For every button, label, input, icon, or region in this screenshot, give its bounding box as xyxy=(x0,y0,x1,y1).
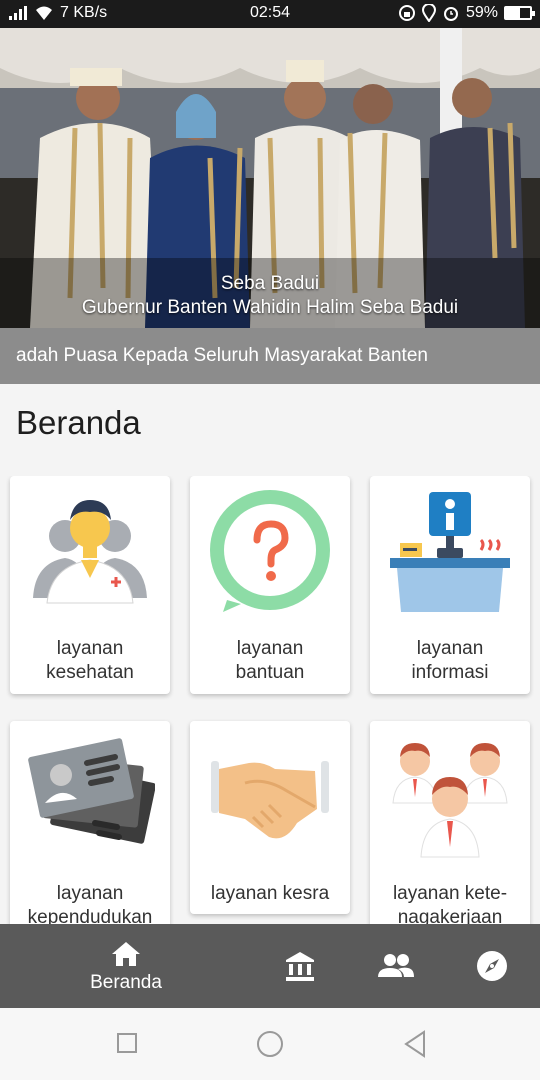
hero-caption: Seba Badui Gubernur Banten Wahidin Halim… xyxy=(0,272,540,320)
battery-percent: 59% xyxy=(465,4,498,21)
system-nav xyxy=(0,1008,540,1080)
handshake-icon xyxy=(211,761,329,839)
people-icon xyxy=(378,954,414,977)
location-icon xyxy=(421,4,436,22)
workers-icon xyxy=(392,743,508,858)
recent-apps-icon[interactable] xyxy=(116,1032,138,1054)
service-label-ketenagakerjaan: layanan kete- nagakerjaan xyxy=(392,883,508,924)
nav-institution[interactable] xyxy=(278,924,322,1008)
compass-icon xyxy=(477,951,507,981)
nav-beranda[interactable]: Beranda xyxy=(76,924,176,1008)
nav-beranda-label: Beranda xyxy=(90,972,162,993)
bottom-nav: Beranda xyxy=(0,924,540,1008)
institution-icon xyxy=(286,952,314,981)
hero-caption-title: Seba Badui xyxy=(220,273,320,294)
rotation-lock-icon xyxy=(398,5,415,21)
hero-caption-subtitle: Gubernur Banten Wahidin Halim Seba Badui xyxy=(81,297,459,318)
nav-explore[interactable] xyxy=(470,924,514,1008)
status-bar: 7 KB/s 02:54 59% xyxy=(0,0,540,28)
worker-right xyxy=(462,743,508,804)
worker-left xyxy=(392,743,438,804)
id-card-icon xyxy=(28,738,155,844)
home-icon xyxy=(112,942,140,966)
doctor-icon xyxy=(33,500,147,604)
service-card-informasi[interactable]: layanan informasi xyxy=(370,476,530,694)
home-circle-icon[interactable] xyxy=(256,1030,284,1058)
help-bubble-icon xyxy=(210,490,330,612)
info-desk-icon xyxy=(390,492,510,612)
service-card-bantuan[interactable]: layanan bantuan xyxy=(190,476,350,694)
service-label-kesehatan: layanan kesehatan xyxy=(46,638,134,683)
service-label-informasi: layanan informasi xyxy=(411,638,489,683)
service-label-bantuan: layanan bantuan xyxy=(235,638,305,683)
service-card-kependudukan[interactable]: layanan kependudukan xyxy=(10,721,170,924)
battery-level xyxy=(506,8,521,18)
nav-people[interactable] xyxy=(374,924,418,1008)
service-label-kesra: layanan kesra xyxy=(210,883,330,904)
services-grid: layanan kesehatan layanan bantuan layana… xyxy=(0,476,540,924)
status-right: 59% xyxy=(398,4,535,22)
news-ticker[interactable]: adah Puasa Kepada Seluruh Masyarakat Ban… xyxy=(0,328,540,384)
service-card-kesra[interactable]: layanan kesra xyxy=(190,721,350,914)
service-card-ketenagakerjaan[interactable]: layanan kete- nagakerjaan xyxy=(370,721,530,924)
service-card-kesehatan[interactable]: layanan kesehatan xyxy=(10,476,170,694)
back-icon[interactable] xyxy=(402,1030,428,1058)
page-title: Beranda xyxy=(16,404,141,441)
news-ticker-text: adah Puasa Kepada Seluruh Masyarakat Ban… xyxy=(16,345,428,366)
service-label-kependudukan: layanan kependudukan xyxy=(27,883,153,924)
hero-banner[interactable]: Seba Badui Gubernur Banten Wahidin Halim… xyxy=(0,28,540,328)
battery-icon xyxy=(504,6,535,20)
alarm-icon xyxy=(443,7,458,21)
